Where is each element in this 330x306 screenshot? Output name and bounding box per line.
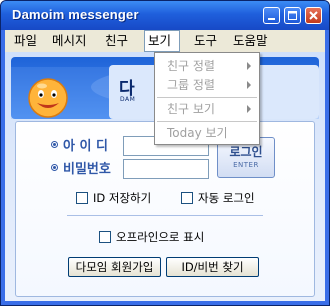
submenu-arrow-icon — [247, 62, 251, 70]
title-bar[interactable]: Damoim messenger — [1, 1, 329, 30]
menu-item-label: 그룹 정렬 — [167, 78, 215, 92]
minimize-icon — [268, 18, 275, 20]
close-icon — [309, 11, 318, 20]
smiley-mascot-icon — [28, 78, 68, 118]
password-input[interactable] — [123, 159, 209, 179]
password-bullet-icon — [51, 164, 58, 171]
offline-label: 오프라인으로 표시 — [116, 230, 205, 244]
maximize-button[interactable] — [284, 7, 301, 24]
menu-item-label: 친구 정렬 — [167, 59, 215, 73]
menu-item-label: Today 보기 — [167, 126, 228, 140]
menu-separator — [157, 97, 257, 98]
find-id-password-button[interactable]: ID/비번 찾기 — [166, 257, 259, 277]
submenu-arrow-icon — [247, 81, 251, 89]
view-menu-item-today[interactable]: Today 보기 — [155, 123, 259, 143]
login-button-label: 로그인 — [229, 145, 263, 159]
menu-item-label: 친구 보기 — [167, 102, 215, 116]
password-label: 비밀번호 — [63, 162, 111, 177]
view-menu-item-sort-groups[interactable]: 그룹 정렬 — [155, 75, 259, 95]
menu-separator — [157, 121, 257, 122]
view-menu-item-sort-friends[interactable]: 친구 정렬 — [155, 56, 259, 76]
menu-help[interactable]: 도움말 — [230, 30, 271, 52]
join-button[interactable]: 다모임 회원가입 — [68, 257, 161, 277]
messenger-window: Damoim messenger 파일 메시지 친구 보기 도구 도움말 다 D… — [0, 0, 330, 306]
menu-bar: 파일 메시지 친구 보기 도구 도움말 — [5, 30, 325, 52]
menu-view[interactable]: 보기 — [144, 30, 180, 52]
logo-subtitle: DAM — [120, 96, 136, 103]
submenu-arrow-icon — [247, 105, 251, 113]
login-button-sublabel: ENTER — [233, 161, 259, 169]
menu-tools[interactable]: 도구 — [191, 30, 220, 52]
auto-login-label: 자동 로그인 — [198, 191, 255, 205]
maximize-icon — [288, 11, 297, 20]
menu-message[interactable]: 메시지 — [49, 30, 90, 52]
save-id-checkbox[interactable] — [76, 192, 88, 204]
close-button[interactable] — [305, 7, 322, 24]
menu-file[interactable]: 파일 — [11, 30, 40, 52]
window-title: Damoim messenger — [12, 7, 139, 22]
view-menu-dropdown: 친구 정렬 그룹 정렬 친구 보기 Today 보기 — [154, 52, 260, 145]
id-bullet-icon — [51, 141, 58, 148]
divider — [67, 215, 263, 216]
menu-friends[interactable]: 친구 — [102, 30, 131, 52]
view-menu-item-show-friends[interactable]: 친구 보기 — [155, 99, 259, 119]
auto-login-checkbox[interactable] — [181, 192, 193, 204]
save-id-label: ID 저장하기 — [93, 191, 152, 205]
offline-checkbox[interactable] — [99, 231, 111, 243]
id-label: 아 이 디 — [63, 139, 108, 154]
minimize-button[interactable] — [263, 7, 280, 24]
